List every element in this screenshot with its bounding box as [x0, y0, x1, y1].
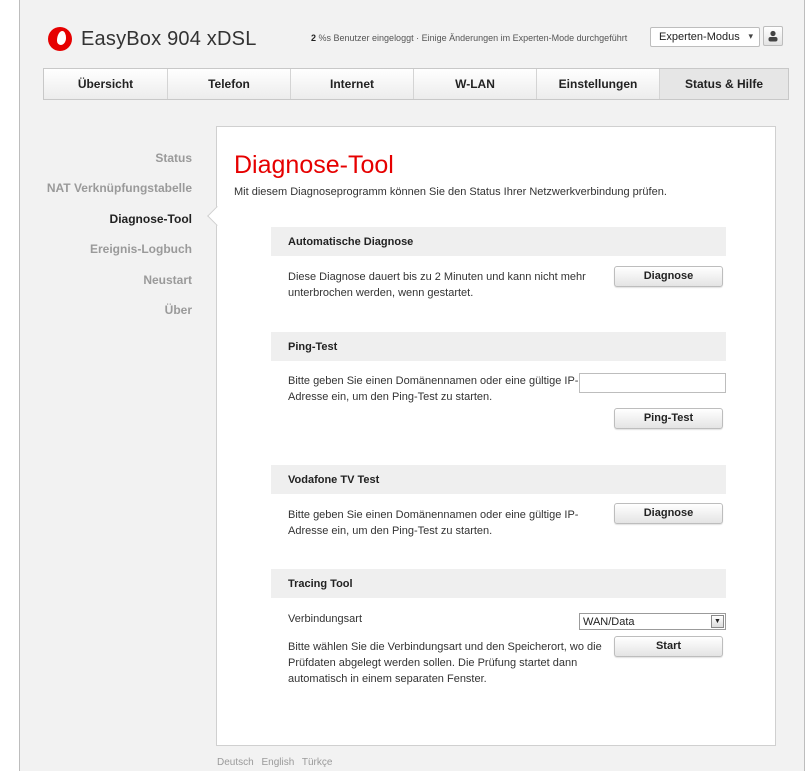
auto-diagnose-text-line: unterbrochen werden, wenn gestartet.	[288, 287, 474, 299]
ping-text-line: Bitte geben Sie einen Domänennamen oder …	[288, 375, 579, 387]
section-ping-heading: Ping-Test	[271, 332, 726, 361]
connection-type-value: WAN/Data	[583, 616, 635, 628]
page-frame: EasyBox 904 xDSL 2 %s Benutzer eingelogg…	[19, 0, 805, 771]
main-nav: Übersicht Telefon Internet W-LAN Einstel…	[43, 68, 789, 100]
sidebar-item-status[interactable]: Status	[155, 151, 192, 165]
sidebar-item-logbuch[interactable]: Ereignis-Logbuch	[90, 242, 192, 256]
tracing-text: Bitte wählen Sie die Verbindungsart und …	[288, 639, 602, 687]
app-title: EasyBox 904 xDSL	[81, 28, 257, 50]
ping-text-line: Adresse ein, um den Ping-Test zu starten…	[288, 391, 493, 403]
sidebar-item-nat[interactable]: NAT Verknüpfungstabelle	[47, 181, 192, 195]
section-tracing-heading: Tracing Tool	[271, 569, 726, 598]
tab-uebersicht[interactable]: Übersicht	[44, 69, 168, 99]
tv-test-text-line: Adresse ein, um den Ping-Test zu starten…	[288, 525, 493, 537]
mode-select-value: Experten-Modus	[659, 31, 740, 43]
diagnose-button[interactable]: Diagnose	[614, 266, 723, 287]
lang-tuerkce-link[interactable]: Türkçe	[302, 757, 333, 768]
tab-wlan[interactable]: W-LAN	[414, 69, 537, 99]
lang-deutsch-link[interactable]: Deutsch	[217, 757, 254, 768]
section-tv-test-heading: Vodafone TV Test	[271, 465, 726, 494]
dropdown-arrow-icon: ▼	[711, 615, 724, 628]
page-title: Diagnose-Tool	[234, 151, 394, 179]
user-icon	[768, 30, 778, 42]
tv-test-text-line: Bitte geben Sie einen Domänennamen oder …	[288, 509, 579, 521]
user-button[interactable]	[763, 26, 783, 46]
tv-diagnose-button[interactable]: Diagnose	[614, 503, 723, 524]
tab-telefon[interactable]: Telefon	[168, 69, 291, 99]
tv-test-text: Bitte geben Sie einen Domänennamen oder …	[288, 507, 578, 539]
header: EasyBox 904 xDSL 2 %s Benutzer eingelogg…	[20, 0, 804, 68]
page-subtitle: Mit diesem Diagnoseprogramm können Sie d…	[234, 186, 667, 198]
tracing-text-line: automatisch in einem separaten Fenster.	[288, 673, 487, 685]
connection-type-select[interactable]: WAN/Data ▼	[579, 613, 726, 630]
mode-select[interactable]: Experten-Modus ▾	[650, 27, 760, 47]
ping-text: Bitte geben Sie einen Domänennamen oder …	[288, 373, 578, 405]
language-links: Deutsch English Türkçe	[217, 757, 337, 768]
tracing-text-line: Prüfdaten abgelegt werden sollen. Die Pr…	[288, 657, 578, 669]
tab-status-hilfe[interactable]: Status & Hilfe	[660, 69, 788, 99]
sidebar-item-neustart[interactable]: Neustart	[143, 273, 192, 287]
chevron-down-icon: ▾	[748, 31, 753, 41]
auto-diagnose-text: Diese Diagnose dauert bis zu 2 Minuten u…	[288, 269, 586, 301]
sidebar-item-ueber[interactable]: Über	[165, 303, 192, 317]
start-button[interactable]: Start	[614, 636, 723, 657]
ping-host-input[interactable]	[579, 373, 726, 393]
login-status-text: 2 %s Benutzer eingeloggt · Einige Änderu…	[311, 33, 627, 43]
tab-internet[interactable]: Internet	[291, 69, 414, 99]
section-auto-diagnose-heading: Automatische Diagnose	[271, 227, 726, 256]
tab-einstellungen[interactable]: Einstellungen	[537, 69, 660, 99]
ping-test-button[interactable]: Ping-Test	[614, 408, 723, 429]
tracing-text-line: Bitte wählen Sie die Verbindungsart und …	[288, 641, 602, 653]
vodafone-logo-icon	[48, 27, 72, 51]
login-info-text: %s Benutzer eingeloggt · Einige Änderung…	[316, 33, 628, 43]
tracing-type-label: Verbindungsart	[288, 613, 362, 625]
lang-english-link[interactable]: English	[261, 757, 294, 768]
auto-diagnose-text-line: Diese Diagnose dauert bis zu 2 Minuten u…	[288, 271, 586, 283]
content-panel: Diagnose-Tool Mit diesem Diagnoseprogram…	[216, 126, 776, 746]
sidebar-item-diagnose[interactable]: Diagnose-Tool	[110, 212, 192, 226]
